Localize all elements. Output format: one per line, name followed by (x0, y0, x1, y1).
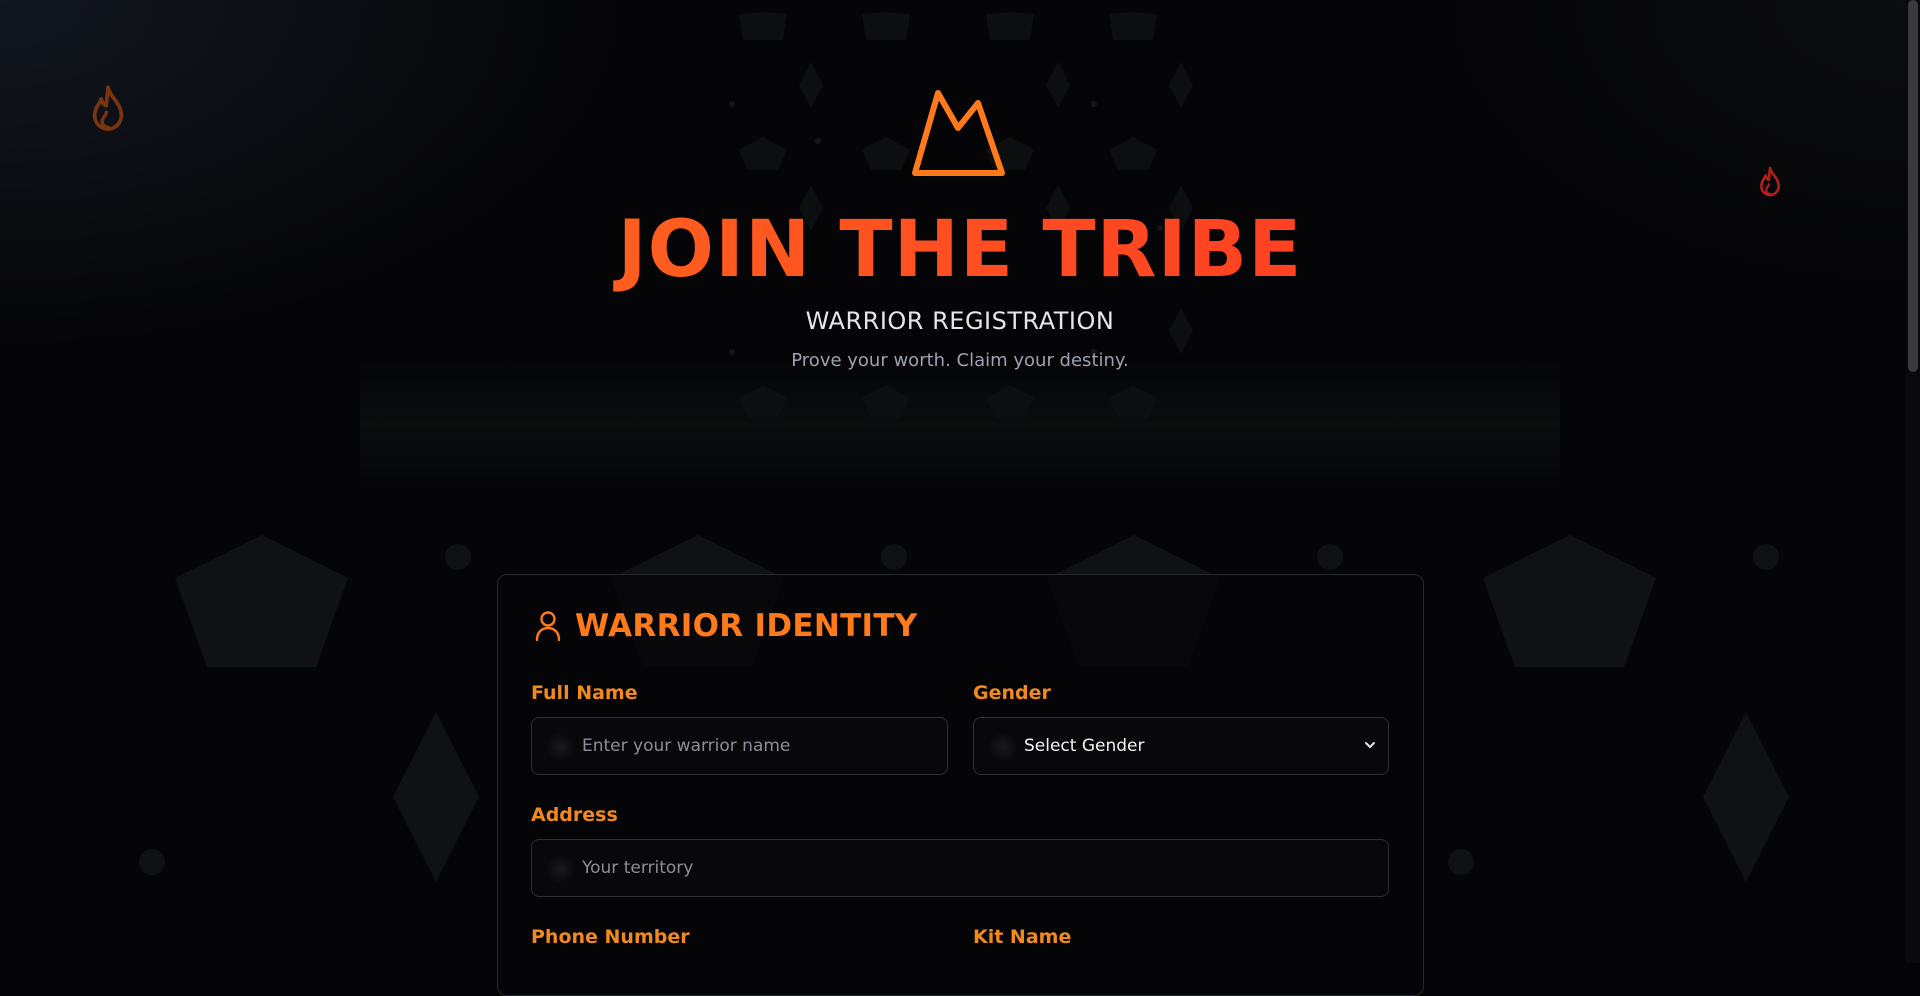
mountain-crown-icon (912, 90, 1005, 176)
page-title: JOIN THE TRIBE (0, 205, 1920, 295)
address-label: Address (531, 804, 618, 826)
kit-name-label: Kit Name (973, 926, 1072, 948)
gender-selected-value: Select Gender (1024, 736, 1145, 756)
scrollbar[interactable] (1906, 0, 1920, 963)
section-title: WARRIOR IDENTITY (575, 608, 918, 644)
flame-icon (1760, 166, 1780, 197)
user-icon (535, 611, 561, 642)
chevron-down-icon (1365, 742, 1375, 749)
address-input[interactable] (532, 840, 1388, 896)
field-icon (546, 732, 576, 762)
address-field[interactable] (531, 839, 1389, 897)
hero-band (360, 360, 1560, 490)
page-tagline: Prove your worth. Claim your destiny. (791, 350, 1129, 371)
full-name-field[interactable] (531, 717, 948, 775)
field-icon (546, 854, 576, 884)
gender-select[interactable]: Select Gender (973, 717, 1389, 775)
field-icon (988, 732, 1018, 762)
gender-label: Gender (973, 682, 1051, 704)
page-subtitle: WARRIOR REGISTRATION (805, 307, 1115, 335)
phone-label: Phone Number (531, 926, 690, 948)
flame-icon (92, 85, 124, 131)
section-header: WARRIOR IDENTITY (535, 608, 918, 644)
full-name-label: Full Name (531, 682, 638, 704)
full-name-input[interactable] (532, 718, 947, 774)
scrollbar-thumb[interactable] (1908, 0, 1918, 372)
